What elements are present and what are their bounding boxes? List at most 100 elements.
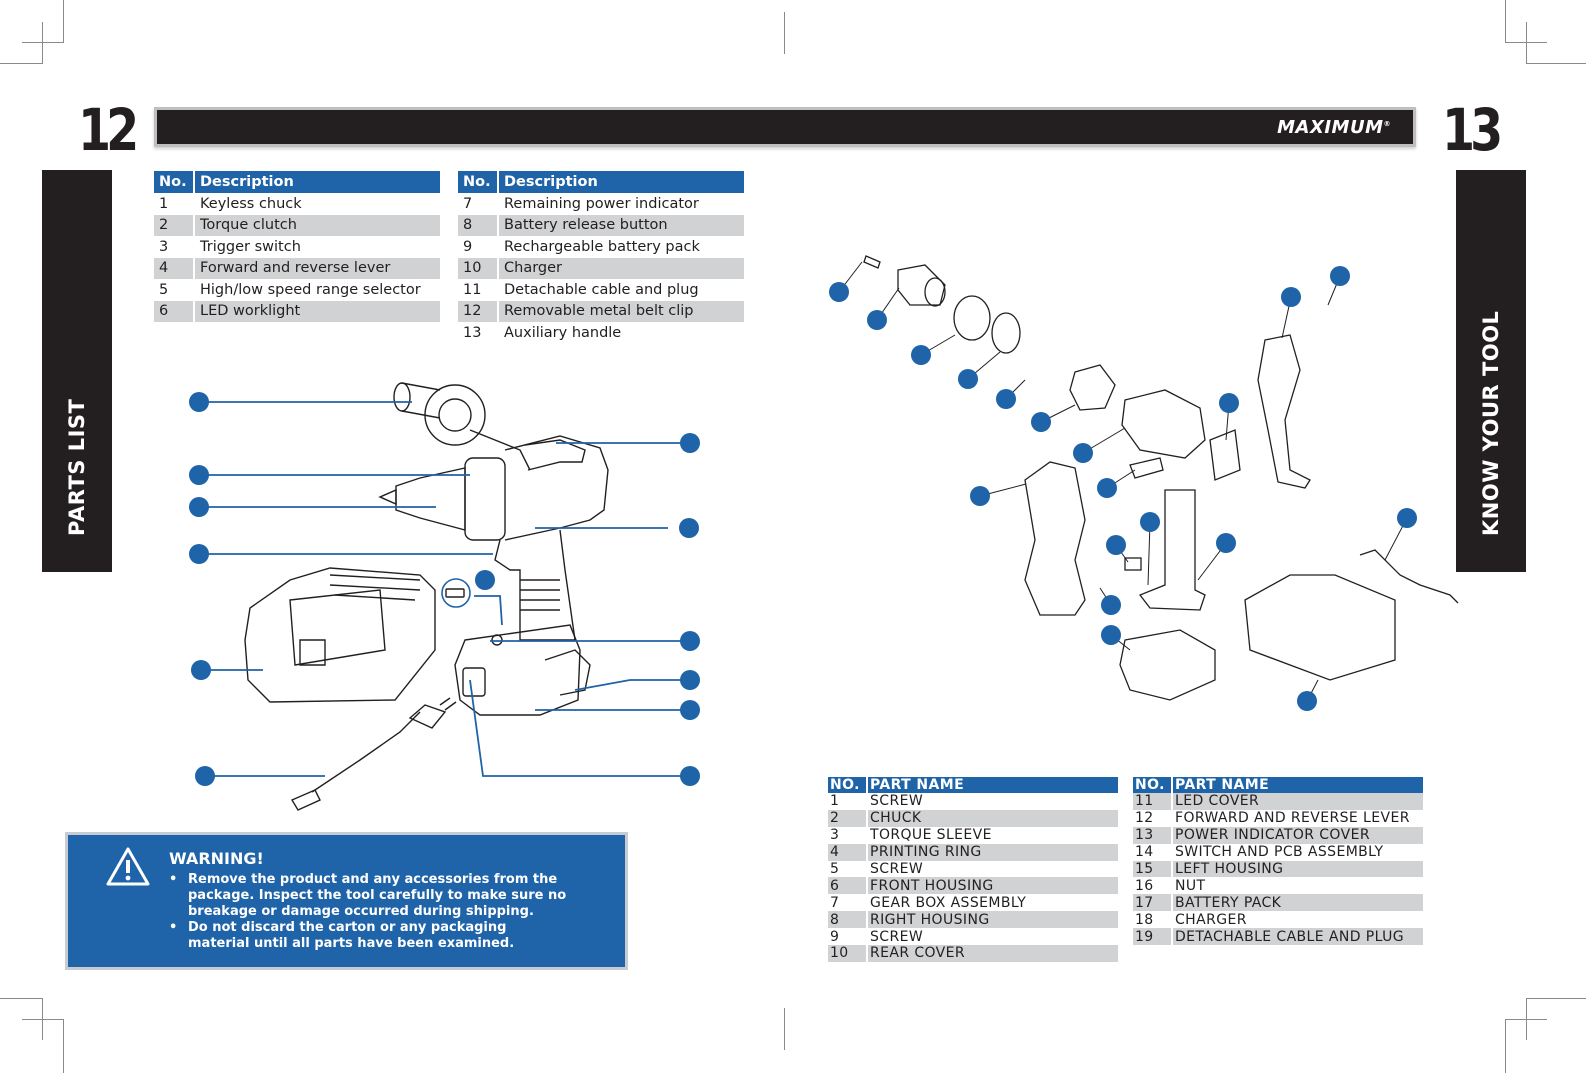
callout-marker xyxy=(1297,691,1317,711)
part-name: CHUCK xyxy=(868,809,1118,827)
table-row: 19 DETACHABLE CABLE AND PLUG xyxy=(1133,928,1423,946)
callout-marker xyxy=(189,544,209,564)
part-name: SCREW xyxy=(870,928,924,945)
part-name: FORWARD AND REVERSE LEVER xyxy=(1175,810,1410,827)
warning-title: WARNING! xyxy=(169,849,264,868)
cable-drawing xyxy=(290,697,457,811)
table-row: 16 NUT xyxy=(1133,877,1423,895)
callout-marker xyxy=(1101,595,1121,615)
part-number: 12 xyxy=(1133,809,1173,827)
part-number: 15 xyxy=(1133,860,1173,878)
callout-marker xyxy=(680,631,700,651)
table-row: 9 SCREW xyxy=(828,928,1118,946)
table-row: 7 GEAR BOX ASSEMBLY xyxy=(828,894,1118,912)
table-row: 8 RIGHT HOUSING xyxy=(828,911,1118,929)
callout-marker xyxy=(680,700,700,720)
drill-body-drawing xyxy=(378,435,609,716)
callout-marker xyxy=(829,282,849,302)
part-name: DETACHABLE CABLE AND PLUG xyxy=(1173,928,1423,946)
part-number: 16 xyxy=(1133,877,1173,895)
table-row: 6 FRONT HOUSING xyxy=(828,877,1118,895)
callout-marker xyxy=(189,497,209,517)
part-number: 18 xyxy=(1133,911,1173,929)
callout-marker xyxy=(680,670,700,690)
part-name: NUT xyxy=(1175,877,1206,894)
callout-marker xyxy=(1031,412,1051,432)
part-name: PRINTING RING xyxy=(868,843,1118,861)
callout-marker xyxy=(680,766,700,786)
table-row: 18 CHARGER xyxy=(1133,911,1423,929)
part-name: REAR COVER xyxy=(868,945,1118,962)
callout-marker xyxy=(189,465,209,485)
battery-indicator-bubble xyxy=(441,578,471,608)
part-number: 7 xyxy=(828,894,868,912)
part-name: RIGHT HOUSING xyxy=(868,911,1118,929)
callout-marker xyxy=(1281,287,1301,307)
part-number: 6 xyxy=(828,877,868,895)
part-number: 17 xyxy=(1133,894,1173,912)
callout-marker xyxy=(1397,508,1417,528)
part-number: 9 xyxy=(828,928,868,946)
part-name: LEFT HOUSING xyxy=(1173,860,1423,878)
table-row: 4 PRINTING RING xyxy=(828,843,1118,861)
part-number: 13 xyxy=(1133,826,1173,844)
callout-marker xyxy=(1106,535,1126,555)
part-name: POWER INDICATOR COVER xyxy=(1173,826,1423,844)
charger-drawing xyxy=(244,567,436,703)
table-row: 3 TORQUE SLEEVE xyxy=(828,826,1118,844)
table-row: 11 LED COVER xyxy=(1133,793,1423,810)
callout-marker xyxy=(1140,512,1160,532)
callout-marker xyxy=(195,766,215,786)
part-number: 3 xyxy=(828,826,868,844)
column-header-part-name: PART NAME xyxy=(1173,777,1423,793)
exploded-leader-lines xyxy=(838,261,1408,702)
column-header-no: NO. xyxy=(828,777,868,793)
column-header-no: NO. xyxy=(1133,777,1173,793)
callout-marker xyxy=(1101,625,1121,645)
warning-item: Remove the product and any accessories f… xyxy=(169,872,569,920)
callout-marker xyxy=(867,310,887,330)
callout-marker xyxy=(189,392,209,412)
callout-marker xyxy=(680,433,700,453)
part-number: 4 xyxy=(828,843,868,861)
callout-marker xyxy=(1219,393,1239,413)
part-number: 1 xyxy=(828,793,868,810)
table-row: 13 POWER INDICATOR COVER xyxy=(1133,826,1423,844)
part-number: 11 xyxy=(1133,793,1173,810)
callout-marker xyxy=(970,486,990,506)
part-name: TORQUE SLEEVE xyxy=(870,827,992,844)
part-name: CHARGER xyxy=(1175,911,1247,928)
callout-marker xyxy=(911,345,931,365)
part-number: 19 xyxy=(1133,928,1173,946)
table-row: 15 LEFT HOUSING xyxy=(1133,860,1423,878)
warning-item: Do not discard the carton or any packagi… xyxy=(169,920,569,952)
auxiliary-handle-drawing xyxy=(393,382,531,471)
callout-marker xyxy=(1330,266,1350,286)
callout-lines xyxy=(199,401,690,777)
callout-marker xyxy=(1097,478,1117,498)
callout-marker xyxy=(191,660,211,680)
part-name: LED COVER xyxy=(1173,793,1423,810)
exploded-view-drawing xyxy=(863,255,1459,701)
part-number: 14 xyxy=(1133,843,1173,861)
table-row: 17 BATTERY PACK xyxy=(1133,894,1423,912)
part-number: 2 xyxy=(828,809,868,827)
part-name: BATTERY PACK xyxy=(1173,894,1423,912)
callout-markers xyxy=(189,392,700,786)
table-row: 2 CHUCK xyxy=(828,809,1118,827)
part-name: SCREW xyxy=(870,793,924,810)
callout-marker xyxy=(1216,533,1236,553)
callout-marker xyxy=(1073,443,1093,463)
callout-marker xyxy=(958,369,978,389)
part-number: 10 xyxy=(828,945,868,962)
warning-list: Remove the product and any accessories f… xyxy=(169,872,569,952)
part-number: 5 xyxy=(828,860,868,878)
warning-box: WARNING! Remove the product and any acce… xyxy=(65,832,628,970)
part-name: SWITCH AND PCB ASSEMBLY xyxy=(1175,844,1384,861)
part-name: FRONT HOUSING xyxy=(868,877,1118,895)
warning-triangle-icon xyxy=(106,847,150,886)
callout-marker xyxy=(475,570,495,590)
table-row: 10 REAR COVER xyxy=(828,945,1118,962)
know-your-tool-table-2: NO. PART NAME 11 LED COVER 12 FORWARD AND … xyxy=(1133,777,1423,946)
part-name: GEAR BOX ASSEMBLY xyxy=(870,894,1027,911)
